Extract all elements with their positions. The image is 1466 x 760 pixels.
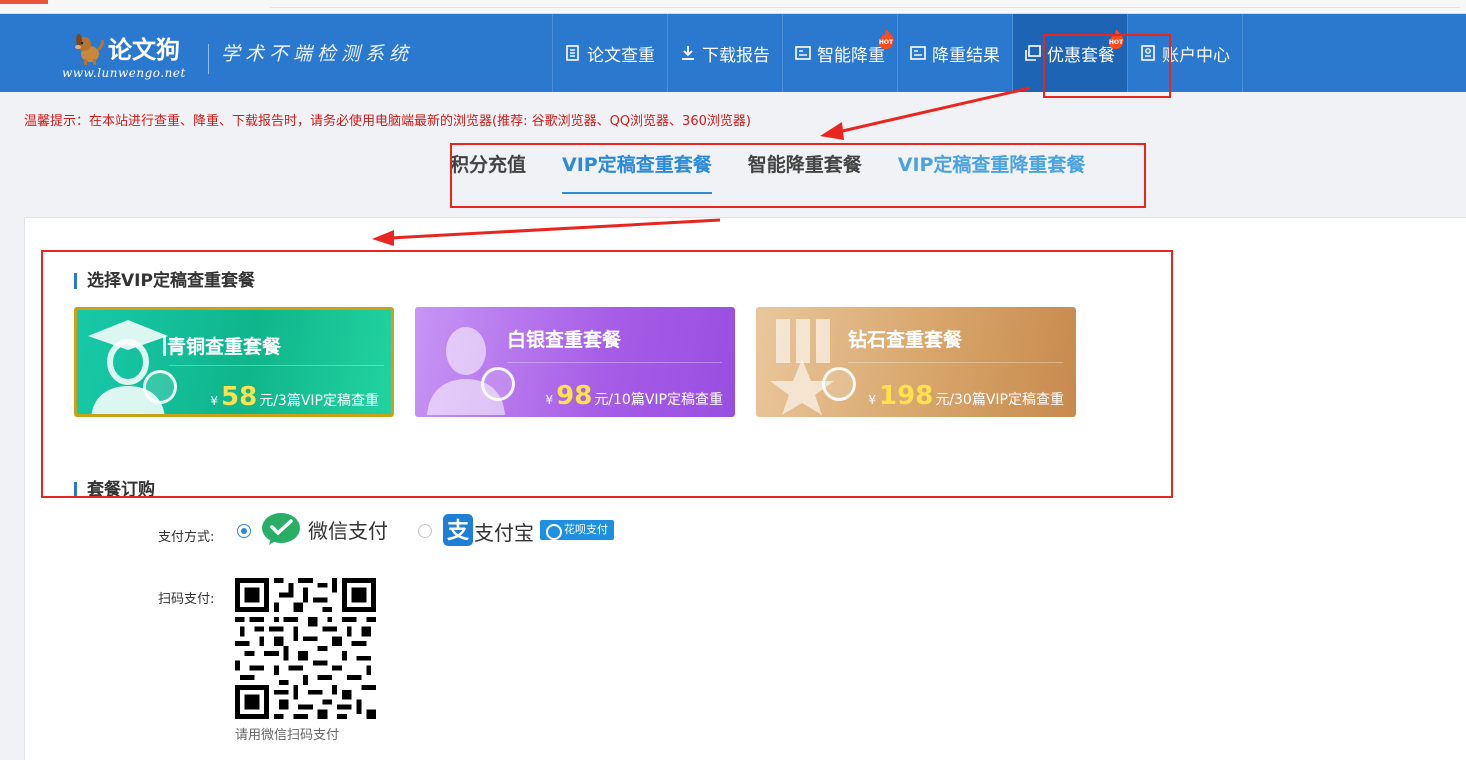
- download-icon: [682, 46, 694, 60]
- browser-notice: 温馨提示：在本站进行查重、降重、下载报告时，请务必使用电脑端最新的浏览器(推荐:…: [24, 114, 751, 129]
- hot-badge-icon: HOT: [879, 29, 894, 49]
- qr-caption: 请用微信扫码支付: [235, 728, 340, 743]
- nav-label: 下载报告: [702, 45, 770, 66]
- dog-logo-icon: [75, 34, 104, 65]
- nav-label: 论文查重: [587, 45, 655, 66]
- site-header: 论文狗 www.lunwengo.net 学术不端检测系统 论文查重 下载报告 …: [0, 14, 1466, 92]
- site-slogan: 学术不端检测系统: [208, 44, 413, 74]
- nav-item-download[interactable]: 下载报告: [668, 14, 783, 92]
- alipay-icon: 支: [443, 514, 473, 546]
- document-icon: [566, 45, 579, 61]
- reduce-icon: [795, 46, 811, 60]
- payment-method-label: 支付方式:: [158, 530, 215, 545]
- wechat-pay-icon: [262, 513, 300, 545]
- wechat-pay-label[interactable]: 微信支付: [308, 515, 388, 544]
- qr-code-image: [235, 578, 376, 719]
- nav-item-check[interactable]: 论文查重: [553, 14, 668, 92]
- result-icon: [910, 46, 926, 60]
- browser-toolbar: [0, 0, 1466, 14]
- wechat-radio[interactable]: [237, 524, 251, 538]
- nav-label: 降重结果: [932, 45, 1000, 66]
- nav-item-reduce[interactable]: 智能降重 HOT: [783, 14, 898, 92]
- nav-item-result[interactable]: 降重结果: [898, 14, 1013, 92]
- annotation-box-tabs: [450, 143, 1146, 208]
- site-logo[interactable]: 论文狗 www.lunwengo.net: [62, 24, 212, 84]
- address-bar[interactable]: [270, 0, 1460, 8]
- alipay-label[interactable]: 支付宝: [474, 517, 534, 546]
- huabei-badge: 花呗支付: [540, 520, 614, 540]
- package-icon: [1025, 45, 1041, 61]
- alipay-radio[interactable]: [418, 524, 432, 538]
- annotation-box-nav: [1043, 34, 1171, 98]
- nav-label: 账户中心: [1162, 45, 1230, 66]
- logo-url: www.lunwengo.net: [62, 66, 186, 80]
- logo-title: 论文狗: [108, 35, 180, 64]
- hot-badge-label: HOT: [879, 39, 894, 46]
- annotation-box-packages: [41, 250, 1173, 498]
- qr-pay-label: 扫码支付:: [158, 592, 215, 607]
- svg-text:支: 支: [447, 519, 470, 544]
- browser-tab-indicator: [0, 0, 48, 4]
